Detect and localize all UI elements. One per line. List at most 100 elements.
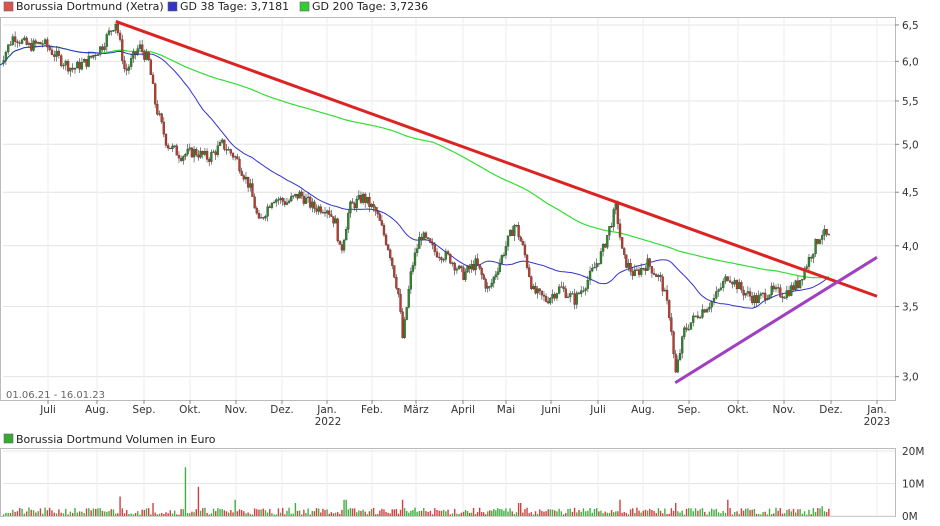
candle-body <box>336 218 339 241</box>
volume-bar <box>532 514 535 516</box>
volume-bar <box>163 514 165 516</box>
candle-body <box>182 156 185 161</box>
candle-body <box>453 262 456 271</box>
volume-bar <box>821 506 823 516</box>
candle-body <box>513 225 516 236</box>
candle-body <box>399 293 402 312</box>
candle-body <box>186 148 189 155</box>
candle-body <box>668 300 671 318</box>
candle-body <box>334 218 337 224</box>
volume-bar <box>184 467 187 516</box>
volume-bar <box>294 503 297 516</box>
volume-bar <box>659 510 662 516</box>
volume-bar <box>317 508 320 516</box>
candle-body <box>403 319 406 338</box>
candle-body <box>112 30 115 32</box>
candle-body <box>608 226 611 236</box>
volume-bar <box>612 512 615 516</box>
volume-bar <box>670 508 673 516</box>
volume-bar <box>619 499 621 516</box>
volume-bar <box>501 509 503 516</box>
candle-body <box>268 206 271 208</box>
volume-bar <box>638 510 640 516</box>
candle-body <box>55 50 58 57</box>
volume-bar <box>491 510 493 516</box>
candle-body <box>446 251 450 255</box>
candle-body <box>242 175 245 180</box>
volume-bar <box>97 508 99 516</box>
volume-bar <box>679 512 681 516</box>
volume-bar <box>708 511 711 516</box>
volume-bar <box>28 507 30 516</box>
volume-bar <box>655 513 657 516</box>
volume-bar <box>221 509 223 516</box>
volume-bar <box>247 512 249 516</box>
volume-bar <box>332 513 335 516</box>
candle-body <box>504 246 508 256</box>
candle-body <box>586 280 589 289</box>
volume-bar <box>701 508 704 516</box>
volume-bar <box>347 509 349 516</box>
volume-bar <box>305 513 307 516</box>
candle-body <box>710 301 713 308</box>
candle-body <box>173 145 176 147</box>
volume-bar <box>232 512 234 516</box>
volume-bar <box>19 507 21 516</box>
volume-bar <box>236 511 239 516</box>
volume-bar <box>298 510 301 516</box>
candle-body <box>637 269 641 275</box>
candle-body <box>134 51 137 55</box>
volume-bar <box>520 503 522 516</box>
candle-body <box>521 241 524 245</box>
candle-body <box>296 193 299 199</box>
price-xtick-label: Sep. <box>132 404 155 416</box>
volume-bar <box>76 512 79 516</box>
candle-body <box>551 294 554 299</box>
candle-body <box>591 267 594 272</box>
volume-bar <box>497 508 499 516</box>
volume-bar <box>576 512 578 516</box>
candle-body <box>420 236 423 241</box>
candle-body <box>103 46 106 50</box>
volume-bar <box>5 512 7 516</box>
volume-bar <box>828 508 830 516</box>
candle-body <box>676 359 680 373</box>
volume-bar <box>410 510 412 516</box>
volume-bar <box>664 508 666 516</box>
volume-bar <box>353 508 356 516</box>
volume-bar <box>634 512 636 516</box>
volume-bar <box>434 508 436 516</box>
candle-body <box>663 289 667 292</box>
candle-body <box>696 315 700 318</box>
candle-body <box>391 257 394 266</box>
candle-body <box>500 255 504 264</box>
candle-body <box>685 327 688 330</box>
candle-body <box>89 55 93 58</box>
volume-bar <box>339 514 341 516</box>
candle-body <box>476 258 479 265</box>
price-xtick-label: Feb. <box>361 404 383 416</box>
candle-body <box>221 139 224 143</box>
volume-bar <box>515 512 518 516</box>
candle-body <box>794 280 797 290</box>
candle-body <box>555 293 559 299</box>
volume-bar <box>212 508 215 516</box>
volume-bar <box>74 508 76 516</box>
candle-body <box>724 276 727 282</box>
volume-bar <box>117 513 119 516</box>
candle-body <box>633 269 636 276</box>
year-label-2023: 2023 <box>864 416 891 428</box>
volume-bar <box>727 499 729 516</box>
volume-bar <box>615 511 617 516</box>
candle-body <box>562 286 565 289</box>
volume-bar <box>526 507 528 516</box>
price-xtick-label: April <box>451 404 475 416</box>
volume-bar <box>23 513 26 516</box>
candle-body <box>751 296 754 304</box>
candle-body <box>650 266 654 274</box>
candle-body <box>821 235 824 240</box>
candle-body <box>147 52 150 61</box>
volume-bar <box>487 511 489 516</box>
volume-bar <box>762 512 764 516</box>
volume-bar <box>429 510 432 516</box>
